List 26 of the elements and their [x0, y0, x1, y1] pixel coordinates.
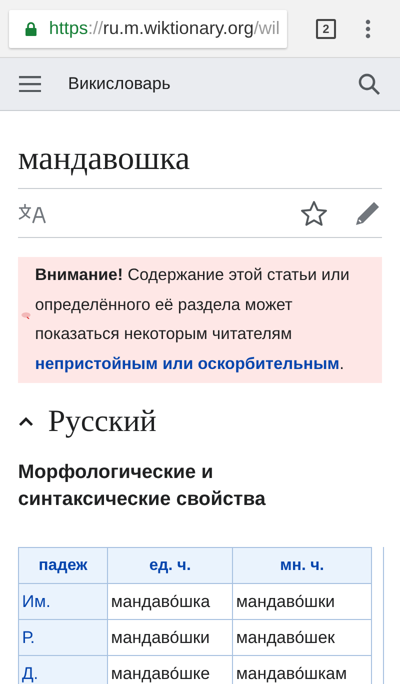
- warning-text: Внимание! Содержание этой статьи или определённого её раздела может показаться некоторым читателям непристойным или оскорбительным.: [35, 265, 350, 374]
- table-cell: мандаво́шки: [108, 620, 233, 656]
- case-link[interactable]: Д.: [18, 656, 108, 684]
- warning-link[interactable]: непристойным или оскорбительным: [35, 354, 340, 372]
- page-title: мандавошка: [18, 140, 191, 179]
- subsection-heading: Морфологические и синтаксические свойства: [18, 460, 267, 512]
- table-cell: мандаво́шек: [232, 620, 372, 656]
- case-link[interactable]: Им.: [18, 584, 108, 620]
- chevron-icon[interactable]: [18, 416, 34, 426]
- case-link[interactable]: Р.: [18, 620, 108, 656]
- site-title[interactable]: Викисловарь: [68, 74, 170, 94]
- url-field[interactable]: https://ru.m.wiktionary.org/wil: [9, 10, 287, 48]
- menu-icon[interactable]: [19, 76, 41, 92]
- table-cell: мандаво́шка: [108, 584, 233, 620]
- menu-icon[interactable]: [365, 18, 371, 38]
- search-icon[interactable]: [358, 73, 380, 95]
- tab-count-button[interactable]: 2: [316, 18, 336, 38]
- table-cell: мандаво́шки: [232, 584, 372, 620]
- column-header: мн. ч.: [232, 548, 372, 584]
- column-header: ед. ч.: [108, 548, 233, 584]
- column-header: падеж: [18, 548, 108, 584]
- language-icon[interactable]: [18, 202, 46, 224]
- pencil-icon[interactable]: [354, 199, 382, 227]
- lock-icon: [25, 22, 37, 36]
- star-icon[interactable]: [300, 200, 328, 226]
- section-heading: Русский: [48, 403, 156, 439]
